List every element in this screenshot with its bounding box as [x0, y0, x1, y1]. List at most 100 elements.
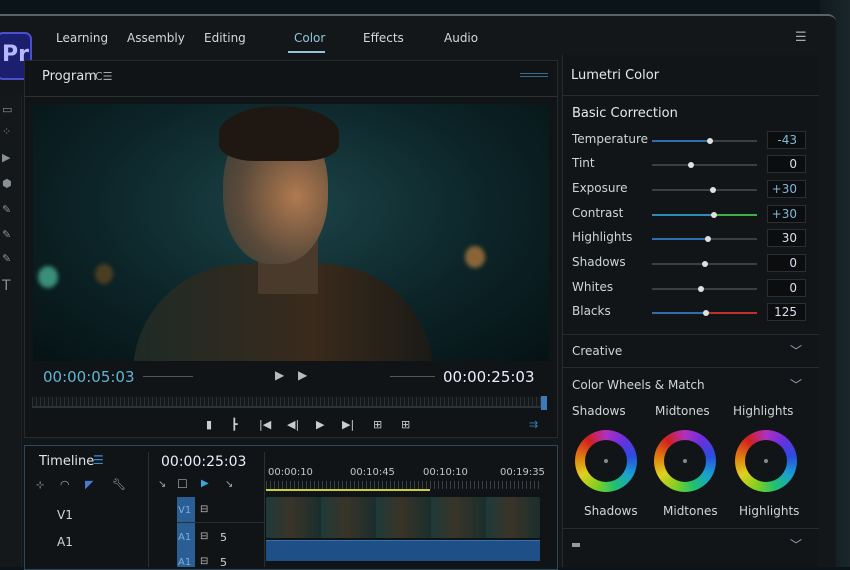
highlights-color-wheel[interactable]: [735, 430, 797, 492]
color-wheels-header[interactable]: Color Wheels & Match: [572, 378, 705, 392]
tab-assembly[interactable]: Assembly: [127, 31, 185, 45]
snap-icon[interactable]: ⊹: [36, 480, 44, 491]
pen-tool-icon[interactable]: ✎: [2, 203, 11, 216]
contrast-slider[interactable]: [652, 212, 757, 218]
highlights-slider[interactable]: [652, 236, 757, 242]
razor-tool-icon[interactable]: ⬢: [2, 177, 12, 190]
audio-clip[interactable]: [266, 540, 540, 561]
step-forward-icon[interactable]: ▶: [298, 368, 307, 382]
go-to-out-icon[interactable]: ▶|: [342, 418, 354, 431]
selection-tool-icon[interactable]: ▭: [2, 103, 12, 116]
temperature-slider[interactable]: [652, 138, 757, 144]
track-target-a1[interactable]: A1: [178, 532, 191, 543]
track-volume: 5: [220, 556, 227, 569]
whites-slider[interactable]: [652, 286, 757, 292]
chevron-down-icon[interactable]: ﹀: [790, 376, 802, 393]
track-label-v1[interactable]: V1: [57, 508, 73, 522]
creative-header[interactable]: Creative: [572, 344, 622, 358]
slider-handle[interactable]: [709, 187, 716, 193]
blacks-value-field[interactable]: 125: [767, 303, 806, 321]
exposure-value-field[interactable]: +30: [767, 180, 806, 198]
scrubber-bar[interactable]: [32, 397, 542, 408]
whites-value-field[interactable]: 0: [767, 279, 806, 297]
video-clip[interactable]: [266, 497, 540, 538]
toggle-output-icon[interactable]: ⊟: [200, 504, 208, 515]
slider-fill: [652, 140, 710, 142]
wheel-puck[interactable]: [683, 459, 687, 463]
slider-handle[interactable]: [710, 212, 717, 218]
tool-icon[interactable]: ↘: [158, 479, 166, 490]
divider: [177, 522, 265, 523]
go-to-in-icon[interactable]: |◀: [259, 418, 271, 431]
highlights-value-field[interactable]: 30: [767, 229, 806, 247]
track-target-a1[interactable]: A1: [178, 557, 191, 568]
current-timecode[interactable]: 00:00:05:03: [43, 368, 135, 386]
timeline-menu-icon[interactable]: ☰: [93, 453, 104, 467]
track-target-v1[interactable]: V1: [178, 505, 191, 516]
shadows-value-field[interactable]: 0: [767, 254, 806, 272]
marker-flag-icon[interactable]: ◤: [85, 478, 93, 491]
shadows-slider[interactable]: [652, 261, 757, 267]
slider-handle[interactable]: [704, 236, 711, 242]
zoom-tool-icon[interactable]: ✎: [2, 252, 11, 265]
basic-correction-header[interactable]: Basic Correction: [572, 106, 678, 121]
program-menu-icon[interactable]: C☰: [95, 70, 113, 83]
ripple-tool-icon[interactable]: ▶: [2, 151, 10, 164]
step-back-icon[interactable]: ◀|: [287, 418, 299, 431]
play-icon[interactable]: ▶: [275, 368, 284, 382]
panel-options-icon[interactable]: [520, 73, 548, 77]
menu-icon[interactable]: ☰: [795, 30, 807, 45]
track-label-a1[interactable]: A1: [57, 535, 73, 549]
settings-icon[interactable]: ⇉: [529, 418, 538, 431]
time-ruler[interactable]: [266, 481, 540, 489]
wheel-puck[interactable]: [764, 459, 768, 463]
video-frame: [33, 104, 549, 361]
chevron-down-icon[interactable]: ﹀: [790, 342, 802, 359]
hammer-icon[interactable]: ↘: [225, 479, 233, 490]
wrench-icon[interactable]: 🔧︎: [112, 478, 126, 491]
slider-handle[interactable]: [702, 310, 709, 316]
link-icon[interactable]: ◠: [60, 478, 70, 491]
divider: [562, 334, 819, 335]
exposure-slider[interactable]: [652, 187, 757, 193]
blacks-slider[interactable]: [652, 310, 757, 316]
play-marker-icon[interactable]: ▶: [201, 478, 209, 489]
shadows-color-wheel[interactable]: [575, 430, 637, 492]
mute-icon[interactable]: ⊟: [200, 531, 208, 542]
control-label: Highlights: [572, 230, 633, 244]
tint-slider[interactable]: [652, 162, 757, 168]
work-area-bar[interactable]: [266, 489, 431, 491]
control-label: Contrast: [572, 206, 624, 220]
wheel-title-shadows: Shadows: [572, 404, 626, 418]
slider-handle[interactable]: [701, 261, 708, 267]
midtones-color-wheel[interactable]: [654, 430, 716, 492]
duration-timecode: 00:00:25:03: [443, 368, 535, 386]
track-select-icon[interactable]: ⁘: [2, 125, 11, 138]
tab-color[interactable]: Color: [294, 31, 325, 45]
type-tool-icon[interactable]: T: [2, 278, 11, 294]
extract-icon[interactable]: ⊞: [401, 418, 410, 431]
slider-fill: [705, 312, 757, 314]
wheel-puck[interactable]: [604, 459, 608, 463]
collapsed-section-icon[interactable]: [572, 543, 580, 547]
chevron-down-icon[interactable]: ﹀: [790, 536, 802, 553]
contrast-value-field[interactable]: +30: [767, 205, 806, 223]
play-button[interactable]: ▶: [316, 418, 324, 431]
lift-icon[interactable]: ⊞: [373, 418, 382, 431]
ruler-label: 00:00:10: [268, 467, 313, 478]
tab-editing[interactable]: Editing: [204, 31, 246, 45]
temperature-value-field[interactable]: -43: [767, 131, 806, 149]
box-select-icon[interactable]: ☐: [177, 477, 188, 491]
mark-in-icon[interactable]: ┣: [231, 418, 238, 431]
tab-learning[interactable]: Learning: [56, 31, 108, 45]
tab-effects[interactable]: Effects: [363, 31, 404, 45]
solo-icon[interactable]: ⊟: [200, 556, 208, 567]
marker-icon[interactable]: ▮: [206, 418, 212, 431]
hand-tool-icon[interactable]: ✎: [2, 228, 11, 241]
tab-audio[interactable]: Audio: [444, 31, 478, 45]
slider-handle[interactable]: [706, 138, 713, 144]
scrubber-handle[interactable]: [541, 396, 547, 410]
slider-handle[interactable]: [687, 162, 694, 168]
tint-value-field[interactable]: 0: [767, 155, 806, 173]
timeline-timecode[interactable]: 00:00:25:03: [161, 454, 246, 470]
